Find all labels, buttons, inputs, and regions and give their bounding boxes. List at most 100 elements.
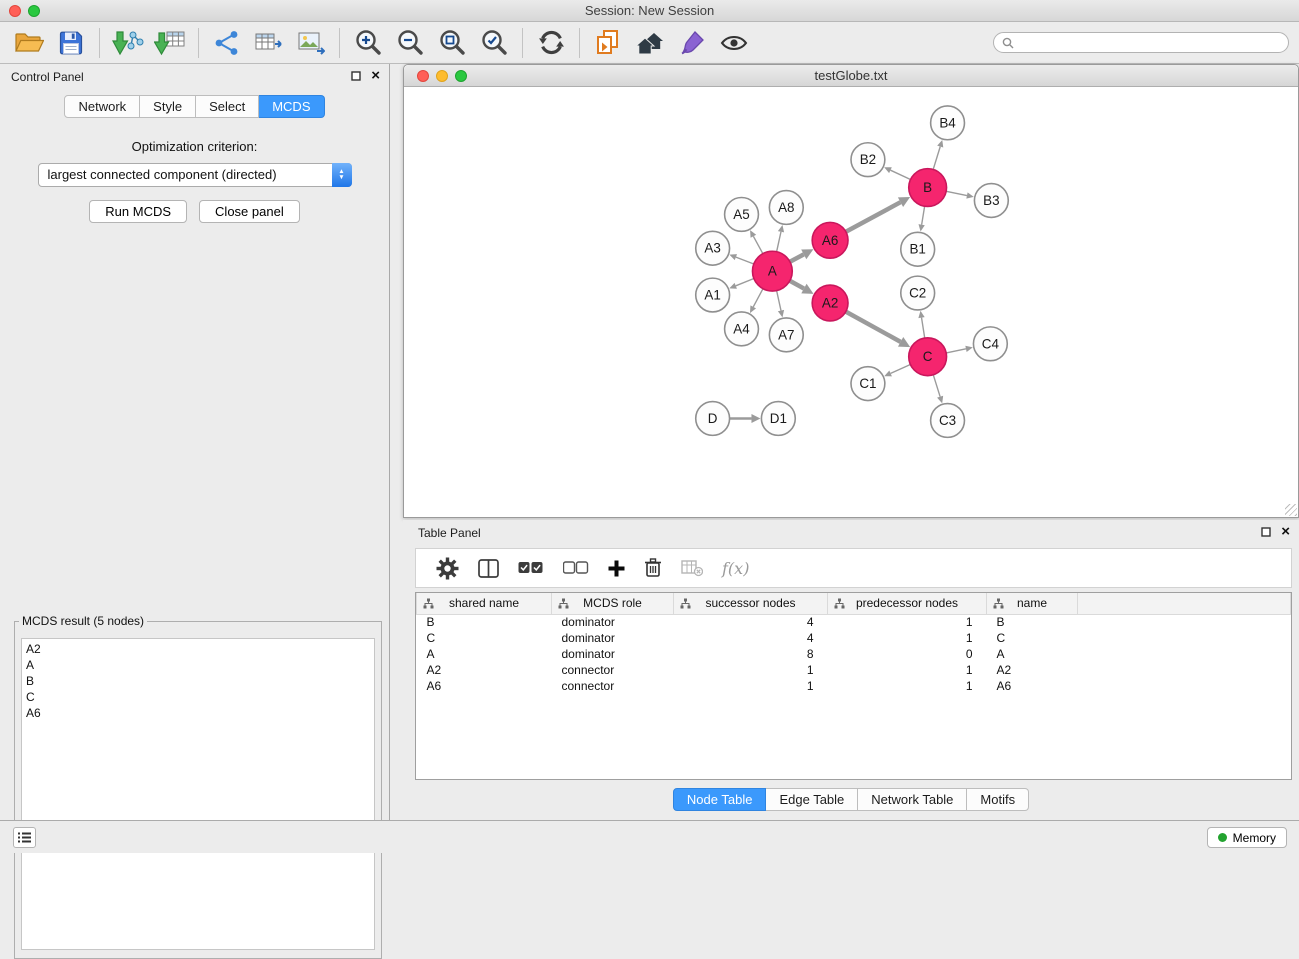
graph-node-A5[interactable]: A5 — [725, 197, 759, 231]
mcds-result-item[interactable]: A — [26, 657, 370, 673]
graph-node-C1[interactable]: C1 — [851, 367, 885, 401]
graph-edge-B-B4[interactable] — [933, 147, 940, 170]
graph-node-C[interactable]: C — [909, 338, 947, 376]
table-cell[interactable]: 0 — [828, 646, 987, 662]
table-cell[interactable]: B — [987, 614, 1078, 630]
import-network-button[interactable] — [107, 25, 149, 61]
delete-table-button[interactable] — [681, 559, 703, 577]
show-hide-button[interactable] — [713, 25, 755, 61]
table-cell[interactable]: dominator — [552, 646, 674, 662]
graph-edge-C-C3[interactable] — [933, 375, 940, 397]
column-header-mcds-role[interactable]: MCDS role — [552, 593, 674, 614]
graph-edge-C-C1[interactable] — [891, 365, 911, 374]
column-header-name[interactable]: name — [987, 593, 1078, 614]
table-cell[interactable]: B — [417, 614, 552, 630]
graph-node-C2[interactable]: C2 — [901, 276, 935, 310]
export-image-button[interactable] — [290, 25, 332, 61]
tab-select[interactable]: Select — [196, 95, 259, 118]
export-table-button[interactable] — [248, 25, 290, 61]
add-column-button[interactable] — [608, 560, 625, 577]
function-builder-button[interactable]: f(x) — [722, 559, 749, 578]
vertical-splitter[interactable] — [390, 64, 403, 820]
graph-node-D1[interactable]: D1 — [761, 402, 795, 436]
mcds-result-item[interactable]: B — [26, 673, 370, 689]
graph-edge-A-A2[interactable] — [790, 281, 804, 289]
graph-node-A2[interactable]: A2 — [812, 285, 848, 321]
criterion-select[interactable]: largest connected component (directed) ▲… — [38, 163, 352, 187]
close-window-button[interactable] — [9, 5, 21, 17]
column-header-shared-name[interactable]: shared name — [417, 593, 552, 614]
table-cell[interactable]: dominator — [552, 630, 674, 646]
minimize-network-window-button[interactable] — [436, 70, 448, 82]
open-session-button[interactable] — [8, 25, 50, 61]
zoom-fit-button[interactable] — [431, 25, 473, 61]
table-cell[interactable]: 4 — [674, 614, 828, 630]
home-button[interactable] — [629, 25, 671, 61]
table-cell[interactable]: A6 — [987, 678, 1078, 694]
column-header-predecessor-nodes[interactable]: predecessor nodes — [828, 593, 987, 614]
graph-node-B1[interactable]: B1 — [901, 232, 935, 266]
mcds-result-item[interactable]: A2 — [26, 641, 370, 657]
refresh-button[interactable] — [530, 25, 572, 61]
table-cell[interactable]: A2 — [987, 662, 1078, 678]
close-panel-button[interactable]: Close panel — [199, 200, 300, 223]
table-row[interactable]: Bdominator41B — [417, 614, 1291, 630]
graph-edge-A2-C[interactable] — [846, 312, 901, 342]
graph-node-A6[interactable]: A6 — [812, 222, 848, 258]
graph-edge-C-C2[interactable] — [922, 318, 925, 338]
graph-edge-A-A6[interactable] — [790, 254, 804, 261]
mcds-result-item[interactable]: C — [26, 689, 370, 705]
select-all-button[interactable] — [518, 561, 544, 575]
import-table-button[interactable] — [149, 25, 191, 61]
table-row[interactable]: Cdominator41C — [417, 630, 1291, 646]
table-cell[interactable]: 1 — [674, 678, 828, 694]
graph-node-A4[interactable]: A4 — [725, 312, 759, 346]
task-history-button[interactable] — [13, 827, 36, 848]
column-header-successor-nodes[interactable]: successor nodes — [674, 593, 828, 614]
tab-network-table[interactable]: Network Table — [858, 788, 967, 811]
zoom-network-window-button[interactable] — [455, 70, 467, 82]
save-session-button[interactable] — [50, 25, 92, 61]
zoom-in-button[interactable] — [347, 25, 389, 61]
graph-edge-A-A3[interactable] — [736, 257, 754, 264]
tab-style[interactable]: Style — [140, 95, 196, 118]
zoom-out-button[interactable] — [389, 25, 431, 61]
float-panel-icon[interactable] — [351, 71, 361, 81]
graph-node-A3[interactable]: A3 — [696, 231, 730, 265]
graph-edge-A-A8[interactable] — [777, 232, 781, 252]
graph-node-C4[interactable]: C4 — [973, 327, 1007, 361]
tab-node-table[interactable]: Node Table — [673, 788, 767, 811]
graph-node-B2[interactable]: B2 — [851, 143, 885, 177]
table-row[interactable]: Adominator80A — [417, 646, 1291, 662]
close-panel-icon[interactable]: × — [371, 69, 380, 83]
graph-edge-B-B2[interactable] — [890, 170, 910, 179]
mcds-result-list[interactable]: A2ABCA6 — [21, 638, 375, 950]
memory-button[interactable]: Memory — [1207, 827, 1287, 848]
network-canvas[interactable]: B4B2BB3A5A8A6A3B1AC2A1A2A4A7C4CC1DD1C3 — [404, 88, 1298, 517]
table-cell[interactable]: C — [987, 630, 1078, 646]
graph-edge-B-B3[interactable] — [946, 191, 967, 195]
table-cell[interactable]: A — [987, 646, 1078, 662]
copy-document-button[interactable] — [587, 25, 629, 61]
table-cell[interactable]: connector — [552, 662, 674, 678]
table-row[interactable]: A6connector11A6 — [417, 678, 1291, 694]
graph-edge-A-A5[interactable] — [753, 236, 762, 253]
zoom-window-button[interactable] — [28, 5, 40, 17]
graph-node-A8[interactable]: A8 — [769, 191, 803, 225]
run-mcds-button[interactable]: Run MCDS — [89, 200, 187, 223]
table-cell[interactable]: A2 — [417, 662, 552, 678]
table-cell[interactable]: 1 — [674, 662, 828, 678]
table-row[interactable]: A2connector11A2 — [417, 662, 1291, 678]
graph-edge-A-A4[interactable] — [753, 289, 763, 307]
tab-network[interactable]: Network — [64, 95, 140, 118]
graph-node-B4[interactable]: B4 — [931, 106, 965, 140]
table-settings-button[interactable] — [436, 557, 459, 580]
export-network-button[interactable] — [206, 25, 248, 61]
graph-edge-A-A7[interactable] — [777, 291, 781, 311]
show-columns-button[interactable] — [478, 559, 499, 578]
graph-edge-A-A1[interactable] — [736, 279, 754, 286]
search-box[interactable] — [993, 32, 1289, 53]
graph-node-B[interactable]: B — [909, 169, 947, 207]
graph-node-C3[interactable]: C3 — [931, 404, 965, 438]
close-panel-icon[interactable]: × — [1281, 525, 1290, 539]
